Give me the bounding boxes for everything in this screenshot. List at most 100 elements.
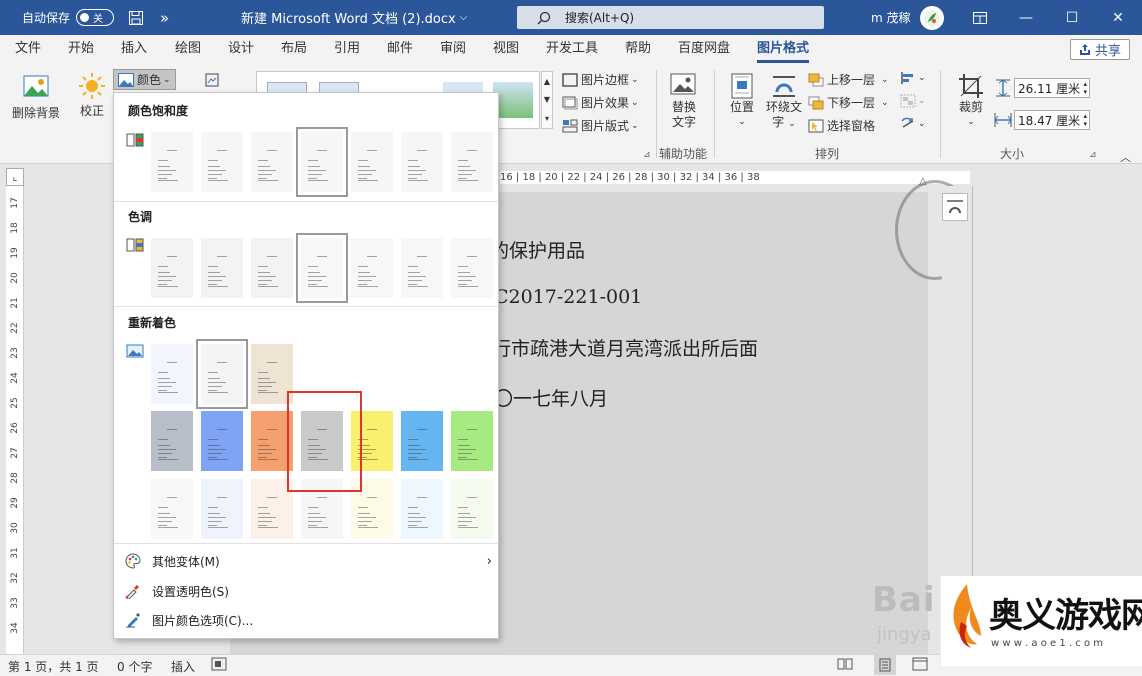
color-variation-thumbnail[interactable] bbox=[201, 411, 243, 471]
autosave[interactable]: 自动保存 关 bbox=[22, 0, 115, 35]
corrections-button[interactable]: 校正 bbox=[74, 72, 110, 119]
picture-border-button[interactable]: 图片边框 ⌄ bbox=[562, 71, 639, 88]
chevron-down-icon[interactable]: ▼ bbox=[544, 95, 550, 104]
selection-pane-button[interactable]: 选择窗格 bbox=[808, 117, 875, 134]
group-separator bbox=[940, 70, 941, 158]
color-variation-thumbnail[interactable] bbox=[151, 411, 193, 471]
color-variation-thumbnail[interactable] bbox=[151, 132, 193, 192]
color-variation-thumbnail[interactable] bbox=[401, 132, 443, 192]
tab-picture-format[interactable]: 图片格式 bbox=[757, 35, 810, 63]
group-objects-button[interactable]: ⌄ bbox=[900, 94, 926, 108]
color-variation-thumbnail[interactable] bbox=[196, 339, 248, 409]
size-launcher-icon[interactable]: ⊿ bbox=[1089, 150, 1097, 160]
wrap-text-button[interactable]: 环绕文 字 ⌄ bbox=[763, 72, 805, 132]
close-button[interactable]: ✕ bbox=[1095, 0, 1141, 35]
color-variation-thumbnail[interactable] bbox=[351, 238, 393, 298]
tab-home[interactable]: 开始 bbox=[68, 35, 94, 63]
color-variation-thumbnail[interactable] bbox=[401, 238, 443, 298]
color-variation-thumbnail[interactable] bbox=[451, 411, 493, 471]
web-layout-icon[interactable] bbox=[912, 657, 928, 674]
maximize-button[interactable]: ☐ bbox=[1049, 0, 1095, 35]
color-variation-thumbnail[interactable] bbox=[201, 238, 243, 298]
send-backward-button[interactable]: 下移一层 ⌄ bbox=[808, 94, 889, 111]
tab-references[interactable]: 引用 bbox=[334, 35, 360, 63]
gallery-scroll[interactable]: ▲ ▼ ▾ bbox=[541, 71, 553, 129]
set-transparent-color-menu-item[interactable]: 设置透明色(S) bbox=[124, 578, 492, 604]
rotate-button[interactable]: ⌄ bbox=[900, 117, 926, 131]
spin-arrows-icon[interactable]: ▴ ▾ bbox=[1083, 112, 1087, 128]
color-variation-thumbnail[interactable] bbox=[251, 132, 293, 192]
more-commands-icon[interactable]: » bbox=[160, 0, 169, 35]
collapse-ribbon-icon[interactable]: ︿ bbox=[1120, 149, 1131, 165]
minimize-button[interactable]: — bbox=[1003, 0, 1049, 35]
tab-draw[interactable]: 绘图 bbox=[175, 35, 201, 63]
picture-style-thumbnail[interactable] bbox=[493, 82, 533, 118]
tab-mailings[interactable]: 邮件 bbox=[387, 35, 413, 63]
alt-text-button[interactable]: 替换 文字 bbox=[664, 72, 704, 130]
print-layout-icon[interactable] bbox=[874, 655, 896, 675]
color-variation-thumbnail[interactable] bbox=[201, 132, 243, 192]
tab-developer[interactable]: 开发工具 bbox=[546, 35, 598, 63]
color-button[interactable]: 颜色 ⌄ bbox=[113, 69, 176, 90]
bring-forward-button[interactable]: 上移一层 ⌄ bbox=[808, 71, 889, 88]
color-variation-thumbnail[interactable] bbox=[296, 127, 348, 197]
alt-text-label-line1: 替换 bbox=[671, 100, 696, 114]
user-name[interactable]: m 茂稼 bbox=[871, 0, 911, 35]
ruler-number: 24 bbox=[10, 372, 20, 384]
height-input[interactable]: 26.11 厘米 ▴ ▾ bbox=[1014, 78, 1090, 98]
color-variation-thumbnail[interactable] bbox=[151, 344, 193, 404]
avatar[interactable] bbox=[920, 0, 944, 35]
gallery-more-icon[interactable]: ▾ bbox=[545, 114, 549, 123]
site-name: 奥义游戏网 bbox=[989, 596, 1142, 636]
more-variations-menu-item[interactable]: 其他变体(M) › bbox=[124, 548, 492, 574]
ribbon-display-options-icon[interactable] bbox=[957, 0, 1003, 35]
tab-file[interactable]: 文件 bbox=[15, 35, 41, 63]
layout-options-button[interactable] bbox=[942, 193, 968, 221]
picture-layout-button[interactable]: 图片版式 ⌄ bbox=[562, 117, 639, 134]
tone-heading: 色调 bbox=[128, 210, 153, 224]
color-variation-thumbnail[interactable] bbox=[451, 479, 493, 539]
tab-insert[interactable]: 插入 bbox=[121, 35, 147, 63]
tab-layout[interactable]: 布局 bbox=[281, 35, 307, 63]
share-button[interactable]: 共享 bbox=[1070, 39, 1130, 60]
color-variation-thumbnail[interactable] bbox=[351, 132, 393, 192]
color-variation-thumbnail[interactable] bbox=[296, 233, 348, 303]
macro-record-icon[interactable] bbox=[211, 657, 227, 674]
color-variation-thumbnail[interactable] bbox=[151, 479, 193, 539]
width-input[interactable]: 18.47 厘米 ▴ ▾ bbox=[1014, 110, 1090, 130]
color-variation-thumbnail[interactable] bbox=[401, 479, 443, 539]
word-count[interactable]: 0 个字 bbox=[117, 658, 152, 675]
autosave-toggle[interactable]: 关 bbox=[76, 9, 115, 26]
page-count[interactable]: 第 1 页，共 1 页 bbox=[8, 658, 99, 675]
remove-background-button[interactable]: 删除背景 bbox=[8, 72, 64, 121]
artistic-effects-icon[interactable] bbox=[204, 72, 220, 88]
tab-design[interactable]: 设计 bbox=[228, 35, 254, 63]
chevron-up-icon[interactable]: ▲ bbox=[544, 77, 550, 86]
ruler-marker-icon[interactable]: △ bbox=[919, 176, 927, 187]
color-variation-thumbnail[interactable] bbox=[451, 238, 493, 298]
crop-button[interactable]: 裁剪 ⌄ bbox=[953, 72, 989, 130]
align-button[interactable]: ⌄ bbox=[900, 71, 926, 85]
color-variation-thumbnail[interactable] bbox=[251, 238, 293, 298]
position-button[interactable]: 位置 ⌄ bbox=[724, 72, 760, 130]
picture-styles-launcher-icon[interactable]: ⊿ bbox=[643, 150, 651, 160]
insert-mode[interactable]: 插入 bbox=[171, 658, 195, 675]
picture-color-options-menu-item[interactable]: 图片颜色选项(C)... bbox=[124, 607, 492, 633]
color-variation-thumbnail[interactable] bbox=[451, 132, 493, 192]
color-variation-thumbnail[interactable] bbox=[401, 411, 443, 471]
tab-view[interactable]: 视图 bbox=[493, 35, 519, 63]
color-options-icon bbox=[124, 611, 142, 629]
color-variation-thumbnail[interactable] bbox=[151, 238, 193, 298]
tab-selector-icon[interactable]: ⌞ bbox=[6, 168, 24, 186]
color-variation-thumbnail[interactable] bbox=[201, 479, 243, 539]
search-box[interactable]: 搜索(Alt+Q) bbox=[517, 6, 824, 29]
tab-review[interactable]: 审阅 bbox=[440, 35, 466, 63]
save-icon[interactable] bbox=[128, 0, 144, 35]
picture-effects-button[interactable]: 图片效果 ⌄ bbox=[562, 94, 639, 111]
tab-baidu-netdisk[interactable]: 百度网盘 bbox=[678, 35, 730, 63]
tab-help[interactable]: 帮助 bbox=[625, 35, 651, 63]
spin-arrows-icon[interactable]: ▴ ▾ bbox=[1083, 80, 1087, 96]
document-title[interactable]: 新建 Microsoft Word 文档 (2).docx ⌵ bbox=[241, 0, 467, 35]
ruler-number: 33 bbox=[10, 597, 20, 609]
read-mode-icon[interactable] bbox=[837, 657, 853, 674]
